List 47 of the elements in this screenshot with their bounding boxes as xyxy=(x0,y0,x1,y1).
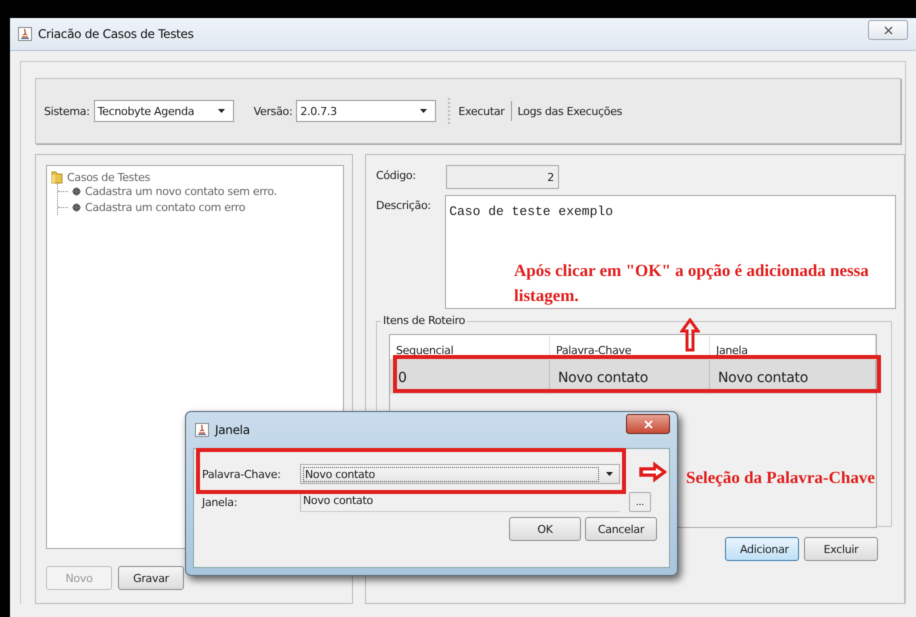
up-arrow-icon xyxy=(680,318,700,352)
dropdown-caret-icon xyxy=(218,109,225,113)
toolbar-link[interactable]: Logs das Execuções xyxy=(518,104,622,118)
field-label: Código: xyxy=(376,168,417,184)
combo-box[interactable]: Tecnobyte Agenda xyxy=(94,100,234,122)
java-cup-icon xyxy=(195,423,209,437)
column-header[interactable]: Sequencial xyxy=(390,335,550,359)
java-cup-icon xyxy=(18,27,32,41)
button[interactable]: Cancelar xyxy=(585,517,657,541)
close-button[interactable] xyxy=(868,20,908,40)
button[interactable]: Gravar xyxy=(118,566,184,590)
code-field[interactable]: 2 xyxy=(446,165,559,189)
toolbar-link[interactable]: Executar xyxy=(458,104,504,118)
button[interactable]: OK xyxy=(509,517,581,541)
annotation-text: Seleção da Palavra-Chave xyxy=(686,468,875,488)
right-arrow-icon xyxy=(638,461,668,483)
field-label: Janela: xyxy=(202,496,238,508)
close-icon xyxy=(884,26,892,34)
combo-box[interactable]: Novo contato xyxy=(300,464,620,484)
field-label: Versão: xyxy=(254,104,292,118)
browse-button[interactable]: ... xyxy=(629,492,651,512)
window-title: Criacão de Casos de Testes xyxy=(38,27,195,41)
group-title: Itens de Roteiro xyxy=(381,314,467,327)
column-header[interactable]: Janela xyxy=(710,335,876,359)
field-label: Palavra-Chave: xyxy=(202,468,282,480)
tree-item[interactable]: Cadastra um novo contato sem erro. xyxy=(85,184,277,198)
dialog-title: Janela xyxy=(215,423,251,437)
leaf-node-icon xyxy=(72,202,81,212)
leaf-node-icon xyxy=(72,186,81,196)
window-field[interactable]: Novo contato xyxy=(300,492,620,512)
close-button[interactable] xyxy=(626,414,670,434)
button[interactable]: Adicionar xyxy=(725,537,799,561)
table-cell: Novo contato xyxy=(550,360,710,394)
tree-item[interactable]: Casos de Testes xyxy=(67,170,150,184)
folder-icon xyxy=(51,170,63,184)
field-label: Sistema: xyxy=(44,104,90,118)
tree-item[interactable]: Cadastra um contato com erro xyxy=(85,200,246,214)
dropdown-caret-icon xyxy=(606,472,613,476)
table-cell: Novo contato xyxy=(710,360,876,394)
combo-box[interactable]: 2.0.7.3 xyxy=(296,100,436,122)
table-cell: 0 xyxy=(390,360,550,394)
annotation-text: Após clicar em "OK" a opção é adicionada nessa listagem. xyxy=(514,260,870,307)
button[interactable]: Excluir xyxy=(804,537,878,561)
dropdown-caret-icon xyxy=(420,109,428,113)
close-icon xyxy=(644,420,652,428)
field-label: Descrição: xyxy=(376,198,432,214)
column-header[interactable]: Palavra-Chave xyxy=(550,335,710,359)
